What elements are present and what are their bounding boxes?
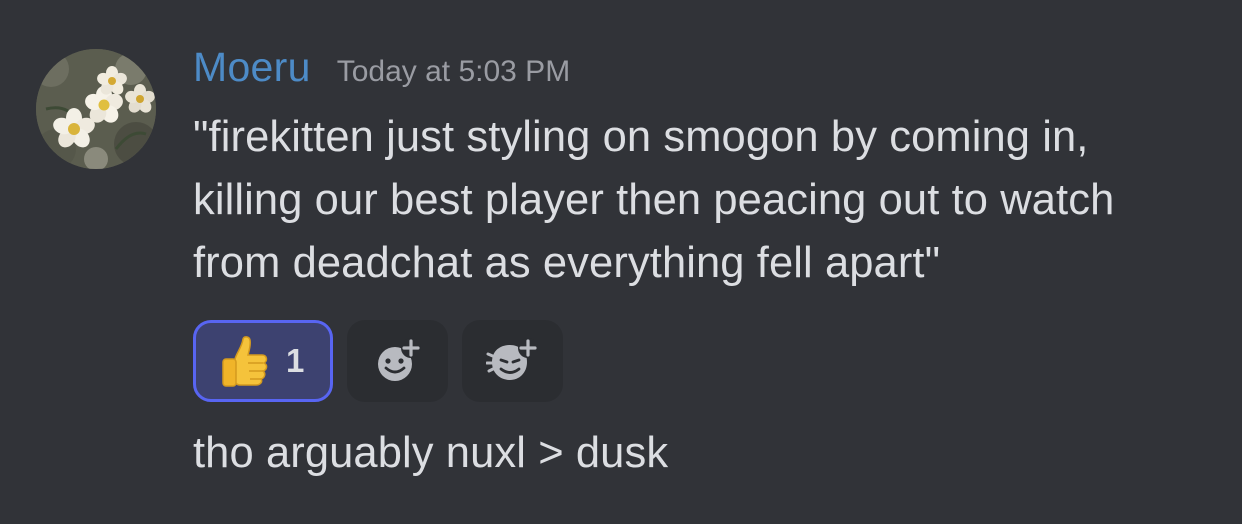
reactions-bar: 1 [193, 320, 1213, 402]
message-line: from deadchat as everything fell apart" [193, 239, 941, 287]
message-header: Moeru Today at 5:03 PM [193, 44, 1213, 100]
username[interactable]: Moeru [193, 44, 311, 91]
timestamp[interactable]: Today at 5:03 PM [337, 55, 570, 89]
add-reaction-icon [377, 338, 421, 381]
user-avatar[interactable] [36, 49, 156, 169]
add-super-reaction-icon [485, 338, 538, 380]
thumbs-up-emoji-icon [222, 336, 268, 387]
followup-message: tho arguably nuxl > dusk [193, 429, 669, 477]
add-super-reaction-button[interactable] [462, 320, 563, 402]
message-line: killing our best player then peacing out… [193, 176, 1115, 224]
add-reaction-button[interactable] [347, 320, 448, 402]
chat-message: Moeru Today at 5:03 PM "firekitten just … [0, 0, 1242, 524]
message-body: "firekitten just styling on smogon by co… [193, 106, 1213, 295]
message-line: "firekitten just styling on smogon by co… [193, 113, 1089, 161]
reaction-count: 1 [286, 342, 305, 379]
white-flowers-avatar-icon [36, 49, 156, 169]
message-content: Moeru Today at 5:03 PM "firekitten just … [193, 44, 1213, 485]
thumbs-up-reaction[interactable]: 1 [193, 320, 333, 402]
